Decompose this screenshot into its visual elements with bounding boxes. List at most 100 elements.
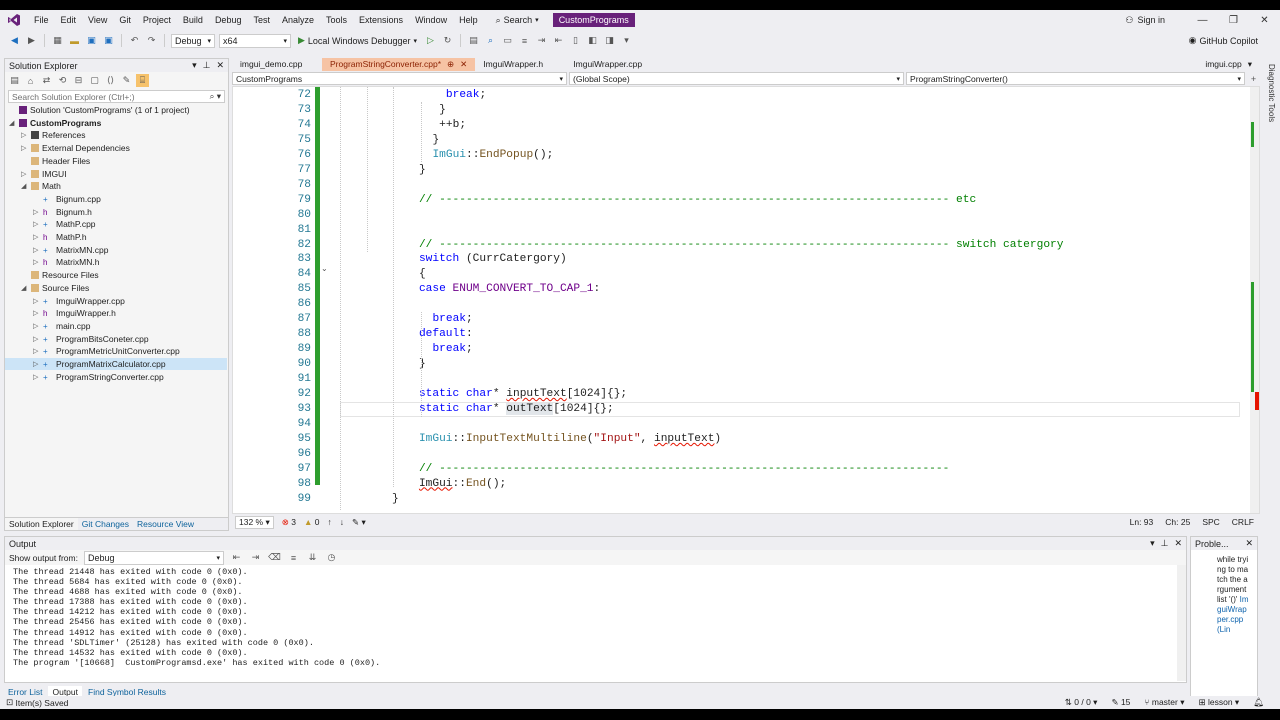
menu-analyze[interactable]: Analyze bbox=[276, 10, 320, 30]
menu-view[interactable]: View bbox=[82, 10, 113, 30]
collapse-all-icon[interactable]: ⊟ bbox=[72, 74, 85, 87]
output-source-select[interactable]: Debug ▾ bbox=[83, 550, 224, 565]
zoom-select[interactable]: 132 % ▾ bbox=[235, 515, 274, 529]
comment-icon[interactable]: ≡ bbox=[518, 34, 531, 47]
code-line[interactable]: 82 // -----------------------------------… bbox=[233, 238, 1243, 253]
scope-dropdown[interactable]: (Global Scope) ▾ bbox=[569, 72, 905, 85]
split-icon[interactable]: + bbox=[1247, 72, 1260, 85]
code-line[interactable]: 73} bbox=[233, 103, 1243, 118]
restore-button[interactable]: ❐ bbox=[1218, 15, 1249, 26]
close-icon[interactable]: ✕ bbox=[216, 60, 224, 71]
code-icon[interactable]: ⟨⟩ bbox=[104, 74, 117, 87]
code-line[interactable]: 83 switch (CurrCatergory) bbox=[233, 252, 1243, 267]
code-line[interactable]: 87 break; bbox=[233, 312, 1243, 327]
tree-node[interactable]: ▷ References bbox=[21, 129, 85, 141]
code-line[interactable]: 92 static char* inputText[1024]{}; bbox=[233, 387, 1243, 402]
restart-icon[interactable]: ↻ bbox=[441, 34, 454, 47]
edits-indicator[interactable]: ✎ 15 bbox=[1111, 697, 1130, 708]
tree-node[interactable]: ▷ + ProgramMatrixCalculator.cpp bbox=[5, 358, 227, 370]
tree-node[interactable]: ▷ + MathP.cpp bbox=[33, 218, 96, 230]
collapsed-arrow-icon[interactable]: ▷ bbox=[21, 170, 28, 178]
collapsed-arrow-icon[interactable]: ▷ bbox=[33, 258, 40, 266]
tree-node[interactable]: Resource Files bbox=[21, 269, 99, 281]
code-line[interactable]: 79 // -----------------------------------… bbox=[233, 193, 1243, 208]
toggle-scroll-icon[interactable]: ⇊ bbox=[306, 551, 319, 564]
open-folder-icon[interactable]: ▬ bbox=[68, 34, 81, 47]
dropdown-icon[interactable]: ▾ bbox=[1150, 538, 1155, 549]
document-tab[interactable]: ImguiWrapper.cpp bbox=[565, 58, 650, 71]
sign-in-button[interactable]: ⚇ Sign in bbox=[1125, 15, 1165, 26]
output-scrollbar[interactable] bbox=[1177, 565, 1186, 681]
start-without-debugging-icon[interactable]: ▷ bbox=[424, 34, 437, 47]
document-tab[interactable]: ProgramStringConverter.cpp* ⊕ ✕ bbox=[322, 58, 476, 71]
back-icon[interactable]: ◀ bbox=[8, 34, 21, 47]
tree-node[interactable]: ◢ CustomPrograms bbox=[9, 117, 101, 129]
tree-node[interactable]: Solution 'CustomPrograms' (1 of 1 projec… bbox=[9, 104, 190, 116]
solution-explorer-search[interactable]: Search Solution Explorer (Ctrl+;) ⌕ ▾ bbox=[8, 90, 225, 103]
vertical-scrollbar[interactable] bbox=[1250, 87, 1259, 513]
outdent-icon[interactable]: ⇤ bbox=[552, 34, 565, 47]
menu-window[interactable]: Window bbox=[409, 10, 453, 30]
project-dropdown[interactable]: CustomPrograms ▾ bbox=[232, 72, 568, 85]
collapsed-arrow-icon[interactable]: ▷ bbox=[33, 360, 40, 368]
minimize-button[interactable]: — bbox=[1187, 15, 1218, 26]
github-copilot-button[interactable]: ◉ GitHub Copilot bbox=[1189, 31, 1258, 50]
toolbar-options-icon[interactable]: ▾ bbox=[620, 34, 633, 47]
expanded-arrow-icon[interactable]: ◢ bbox=[21, 284, 28, 292]
tree-node[interactable]: ▷ External Dependencies bbox=[21, 142, 130, 154]
tree-node[interactable]: ▷ h MathP.h bbox=[33, 231, 87, 243]
next-bookmark-icon[interactable]: ◨ bbox=[603, 34, 616, 47]
menu-project[interactable]: Project bbox=[137, 10, 177, 30]
code-line[interactable]: 98 ImGui::End(); bbox=[233, 477, 1243, 492]
expanded-arrow-icon[interactable]: ◢ bbox=[9, 119, 16, 127]
menu-help[interactable]: Help bbox=[453, 10, 484, 30]
problems-text[interactable]: while trying to match the argument list … bbox=[1217, 555, 1249, 635]
code-line[interactable]: 89 break; bbox=[233, 342, 1243, 357]
code-line[interactable]: 94 bbox=[233, 417, 1243, 432]
new-project-icon[interactable]: ▦ bbox=[51, 34, 64, 47]
code-line[interactable]: 95 ImGui::InputTextMultiline("Input", inp… bbox=[233, 432, 1243, 447]
collapsed-arrow-icon[interactable]: ▷ bbox=[21, 131, 28, 139]
collapsed-arrow-icon[interactable]: ▷ bbox=[33, 297, 40, 305]
tree-node[interactable]: ▷ h Bignum.h bbox=[33, 206, 92, 218]
code-line[interactable]: 88 default: bbox=[233, 327, 1243, 342]
tab-resource-view[interactable]: Resource View bbox=[133, 518, 198, 530]
menu-test[interactable]: Test bbox=[247, 10, 276, 30]
tree-node[interactable]: ◢ Source Files bbox=[21, 282, 89, 294]
fold-toggle-icon[interactable]: ⌄ bbox=[321, 264, 328, 273]
collapsed-arrow-icon[interactable]: ▷ bbox=[33, 233, 40, 241]
close-icon[interactable]: ✕ bbox=[1174, 538, 1182, 549]
prev-message-icon[interactable]: ⇤ bbox=[230, 551, 243, 564]
collapsed-arrow-icon[interactable]: ▷ bbox=[21, 144, 28, 152]
save-all-icon[interactable]: ▣ bbox=[102, 34, 115, 47]
save-icon[interactable]: ▣ bbox=[85, 34, 98, 47]
menu-tools[interactable]: Tools bbox=[320, 10, 353, 30]
code-line[interactable]: 80 bbox=[233, 208, 1243, 223]
menu-git[interactable]: Git bbox=[113, 10, 137, 30]
tree-node[interactable]: ▷ + MatrixMN.cpp bbox=[33, 244, 108, 256]
tree-node[interactable]: ▷ + ProgramStringConverter.cpp bbox=[33, 371, 164, 383]
sync-icon[interactable]: ⇄ bbox=[40, 74, 53, 87]
start-debugging-button[interactable]: ▶ Local Windows Debugger ▾ bbox=[295, 35, 420, 46]
error-count[interactable]: ⊗ 3 bbox=[282, 517, 296, 528]
collapsed-arrow-icon[interactable]: ▷ bbox=[33, 347, 40, 355]
code-line[interactable]: 91 bbox=[233, 372, 1243, 387]
code-line[interactable]: 97 // -----------------------------------… bbox=[233, 462, 1243, 477]
word-wrap-icon[interactable]: ≡ bbox=[287, 551, 300, 564]
expanded-arrow-icon[interactable]: ◢ bbox=[21, 182, 28, 190]
switch-views-icon[interactable]: ▤ bbox=[8, 74, 21, 87]
indent-icon[interactable]: ⇥ bbox=[535, 34, 548, 47]
tab-git-changes[interactable]: Git Changes bbox=[78, 518, 133, 530]
document-tab[interactable]: imgui.cpp ▾ bbox=[1197, 58, 1260, 71]
close-button[interactable]: ✕ bbox=[1249, 15, 1280, 26]
tree-node[interactable]: ▷ + ProgramBitsConeter.cpp bbox=[33, 333, 149, 345]
menu-file[interactable]: File bbox=[28, 10, 55, 30]
code-line[interactable]: 99} bbox=[233, 492, 1243, 507]
layout-icon[interactable]: ▭ bbox=[501, 34, 514, 47]
collapsed-arrow-icon[interactable]: ▷ bbox=[33, 373, 40, 381]
undo-icon[interactable]: ↶ bbox=[128, 34, 141, 47]
menu-debug[interactable]: Debug bbox=[209, 10, 248, 30]
tree-node[interactable]: + Bignum.cpp bbox=[33, 193, 101, 205]
bookmark-icon[interactable]: ▯ bbox=[569, 34, 582, 47]
code-line[interactable]: 78 bbox=[233, 178, 1243, 193]
